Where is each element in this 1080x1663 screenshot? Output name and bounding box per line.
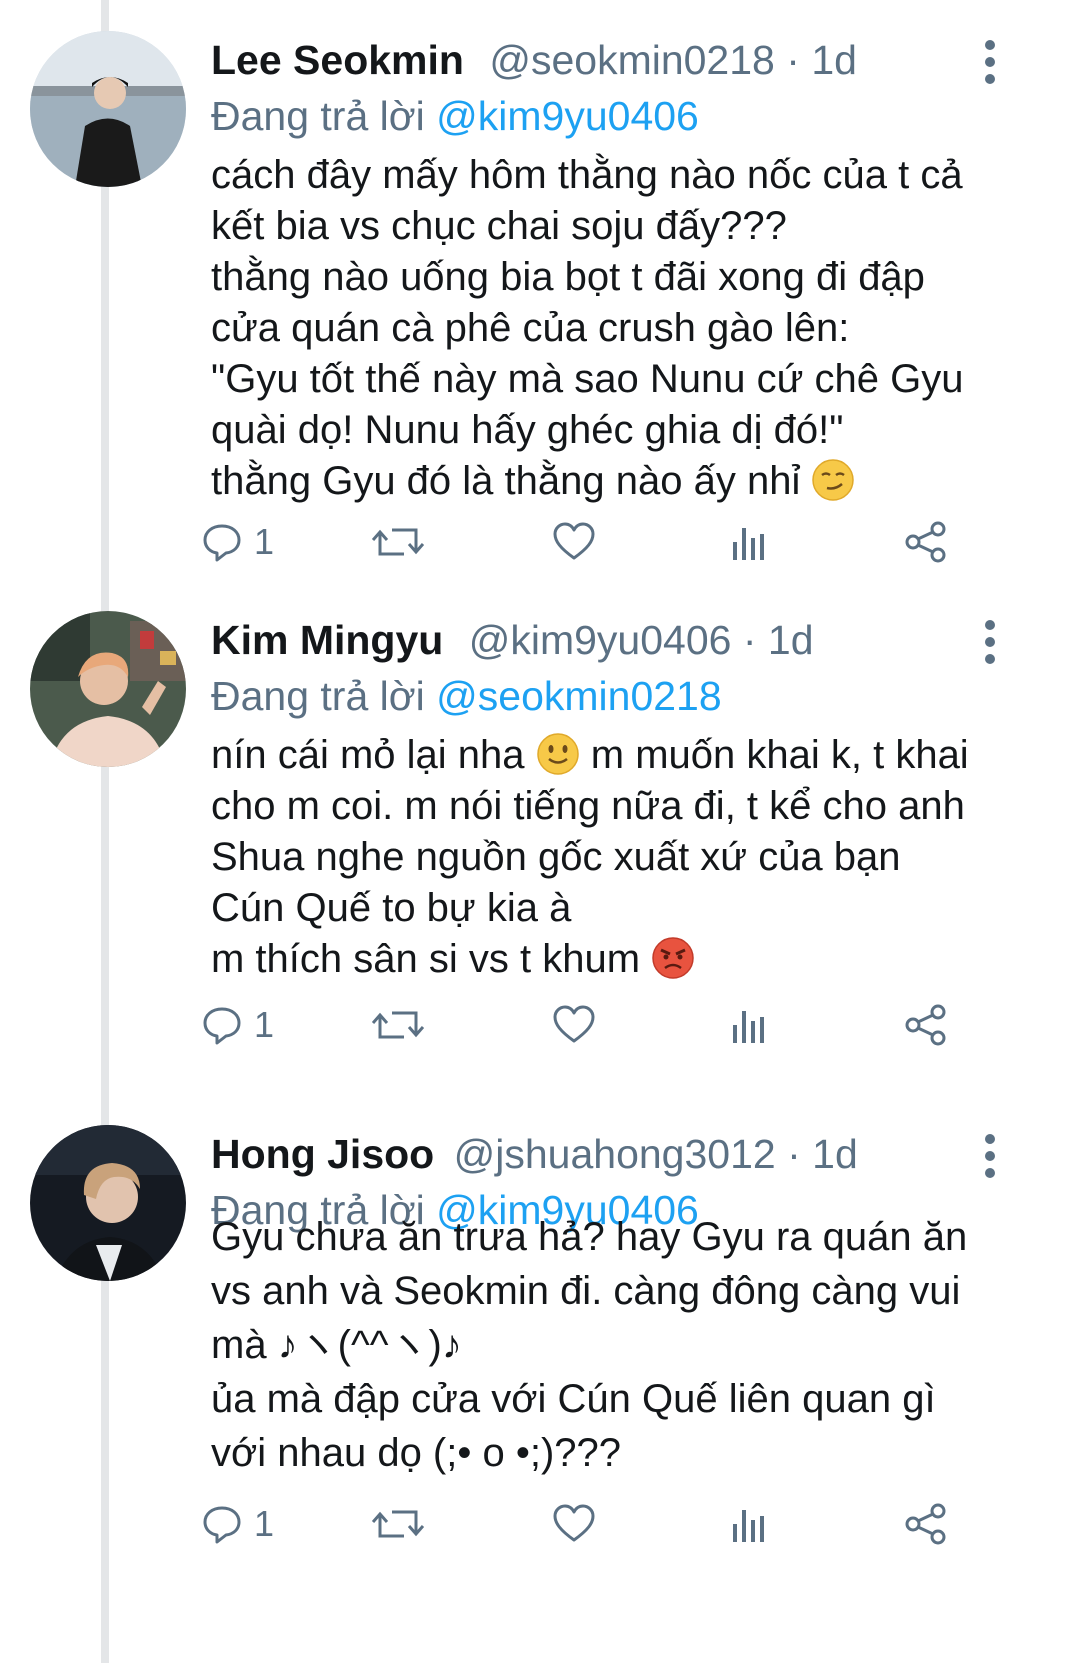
text-line: ủa mà đập cửa với Cún Quế liên quan gì: [211, 1377, 936, 1421]
mention-link[interactable]: @kim9yu0406: [436, 93, 699, 139]
share-icon: [905, 1004, 946, 1046]
like-button[interactable]: [552, 512, 596, 572]
analytics-button[interactable]: [730, 512, 770, 572]
tweet-kim-mingyu[interactable]: Kim Mingyu @kim9yu0406 · 1d Đang trả lời…: [0, 580, 1080, 1080]
text-line: cửa quán cà phê của crush gào lên:: [211, 306, 850, 350]
heart-icon: [553, 1504, 595, 1542]
text-line: Shua nghe nguồn gốc xuất xứ của bạn: [211, 835, 901, 879]
text-line: m thích sân si vs t khum: [211, 937, 641, 981]
retweet-button[interactable]: [372, 512, 424, 572]
text-line: kết bia vs chục chai soju đấy???: [211, 204, 787, 248]
display-name[interactable]: Hong Jisoo: [211, 1131, 434, 1177]
tweet-lee-seokmin[interactable]: Lee Seokmin @seokmin0218 · 1d Đang trả l…: [0, 0, 1080, 600]
analytics-icon: [733, 1011, 764, 1043]
avatar[interactable]: [30, 611, 186, 767]
tweet-actions: 1: [0, 995, 1080, 1055]
display-name[interactable]: Kim Mingyu: [211, 617, 443, 663]
text-line: nín cái mỏ lại nha: [211, 733, 525, 777]
text-line-with-emoji: m thích sân si vs t khum: [211, 934, 1056, 985]
text-line: thằng nào uống bia bọt t đãi xong đi đập: [211, 255, 925, 299]
text-line: quài dọ! Nunu hấy ghéc ghia dị đó!": [211, 408, 844, 452]
tweet-text: nín cái mỏ lại nha m muốn khai k, t khai…: [211, 730, 1056, 985]
mention-link[interactable]: @seokmin0218: [436, 673, 722, 719]
retweet-icon: [372, 1011, 424, 1039]
tweet-header: Lee Seokmin @seokmin0218 · 1d: [211, 30, 960, 90]
text-line: vs anh và Seokmin đi. càng đông càng vui: [211, 1269, 961, 1313]
share-button[interactable]: [904, 1494, 948, 1554]
tweet-hong-jisoo[interactable]: Hong Jisoo @jshuahong3012 · 1d Đang trả …: [0, 1094, 1080, 1663]
retweet-button[interactable]: [372, 1494, 424, 1554]
more-vertical-icon[interactable]: [982, 1134, 998, 1178]
text-line: cho m coi. m nói tiếng nữa đi, t kể cho …: [211, 784, 965, 828]
username[interactable]: @jshuahong3012: [454, 1131, 776, 1177]
analytics-button[interactable]: [730, 1494, 770, 1554]
like-button[interactable]: [552, 1494, 596, 1554]
timestamp[interactable]: 1d: [812, 1131, 858, 1177]
slightly-smiling-emoji-icon: [536, 732, 580, 776]
retweet-icon: [372, 528, 424, 556]
text-line: Cún Quế to bự kia à: [211, 886, 572, 930]
display-name[interactable]: Lee Seokmin: [211, 37, 464, 83]
username[interactable]: @seokmin0218: [489, 37, 775, 83]
more-vertical-icon[interactable]: [982, 620, 998, 664]
tweet-text: Gyu chưa ăn trưa hả? hay Gyu ra quán ăn …: [211, 1210, 1056, 1480]
tweet-header: Hong Jisoo @jshuahong3012 · 1d: [211, 1124, 960, 1184]
text-line: mà ♪ヽ(^^ヽ)♪: [211, 1323, 462, 1367]
replying-label: Đang trả lời: [211, 93, 425, 139]
tweet-header: Kim Mingyu @kim9yu0406 · 1d: [211, 610, 960, 670]
text-line: "Gyu tốt thế này mà sao Nunu cứ chê Gyu: [211, 357, 964, 401]
separator-dot: ·: [786, 37, 800, 83]
heart-icon: [553, 1005, 595, 1043]
share-button[interactable]: [904, 512, 948, 572]
replying-to: Đang trả lời @kim9yu0406: [211, 88, 699, 144]
text-line: m muốn khai k, t khai: [590, 733, 969, 777]
share-button[interactable]: [904, 995, 948, 1055]
tweet-actions: 1: [0, 512, 1080, 572]
retweet-icon: [372, 1510, 424, 1538]
retweet-button[interactable]: [372, 995, 424, 1055]
replying-to: Đang trả lời @seokmin0218: [211, 668, 722, 724]
reply-button[interactable]: 1: [200, 512, 274, 572]
analytics-button[interactable]: [730, 995, 770, 1055]
like-button[interactable]: [552, 995, 596, 1055]
angry-emoji-icon: [651, 936, 695, 980]
separator-dot: ·: [742, 617, 757, 663]
analytics-icon: [733, 528, 764, 560]
reply-icon: [203, 1007, 241, 1045]
replying-label: Đang trả lời: [211, 673, 425, 719]
text-line-with-emoji: nín cái mỏ lại nha m muốn khai k, t khai: [211, 730, 1056, 781]
text-line: với nhau dọ (;• o •;)???: [211, 1431, 622, 1475]
avatar[interactable]: [30, 1125, 186, 1281]
text-line: Gyu chưa ăn trưa hả? hay Gyu ra quán ăn: [211, 1215, 968, 1259]
reply-icon: [203, 1506, 241, 1544]
smirk-emoji-icon: [811, 458, 855, 502]
timestamp[interactable]: 1d: [811, 37, 857, 83]
timestamp[interactable]: 1d: [768, 617, 814, 663]
reply-button[interactable]: 1: [200, 995, 274, 1055]
tweet-text: cách đây mấy hôm thằng nào nốc của t cả …: [211, 150, 1056, 507]
heart-icon: [553, 522, 595, 560]
reply-count: 1: [254, 1004, 275, 1045]
text-line: thằng Gyu đó là thằng nào ấy nhỉ: [211, 459, 801, 503]
separator-dot: ·: [787, 1131, 801, 1177]
avatar[interactable]: [30, 31, 186, 187]
analytics-icon: [733, 1510, 764, 1542]
reply-count: 1: [254, 521, 275, 562]
reply-count: 1: [254, 1503, 275, 1544]
tweet-actions: 1: [0, 1494, 1080, 1554]
share-icon: [905, 521, 946, 563]
reply-button[interactable]: 1: [200, 1494, 274, 1554]
reply-icon: [203, 524, 241, 562]
more-vertical-icon[interactable]: [982, 40, 998, 84]
share-icon: [905, 1503, 946, 1545]
text-line: cách đây mấy hôm thằng nào nốc của t cả: [211, 153, 963, 197]
username[interactable]: @kim9yu0406: [469, 617, 732, 663]
text-line-with-emoji: thằng Gyu đó là thằng nào ấy nhỉ: [211, 456, 1056, 507]
